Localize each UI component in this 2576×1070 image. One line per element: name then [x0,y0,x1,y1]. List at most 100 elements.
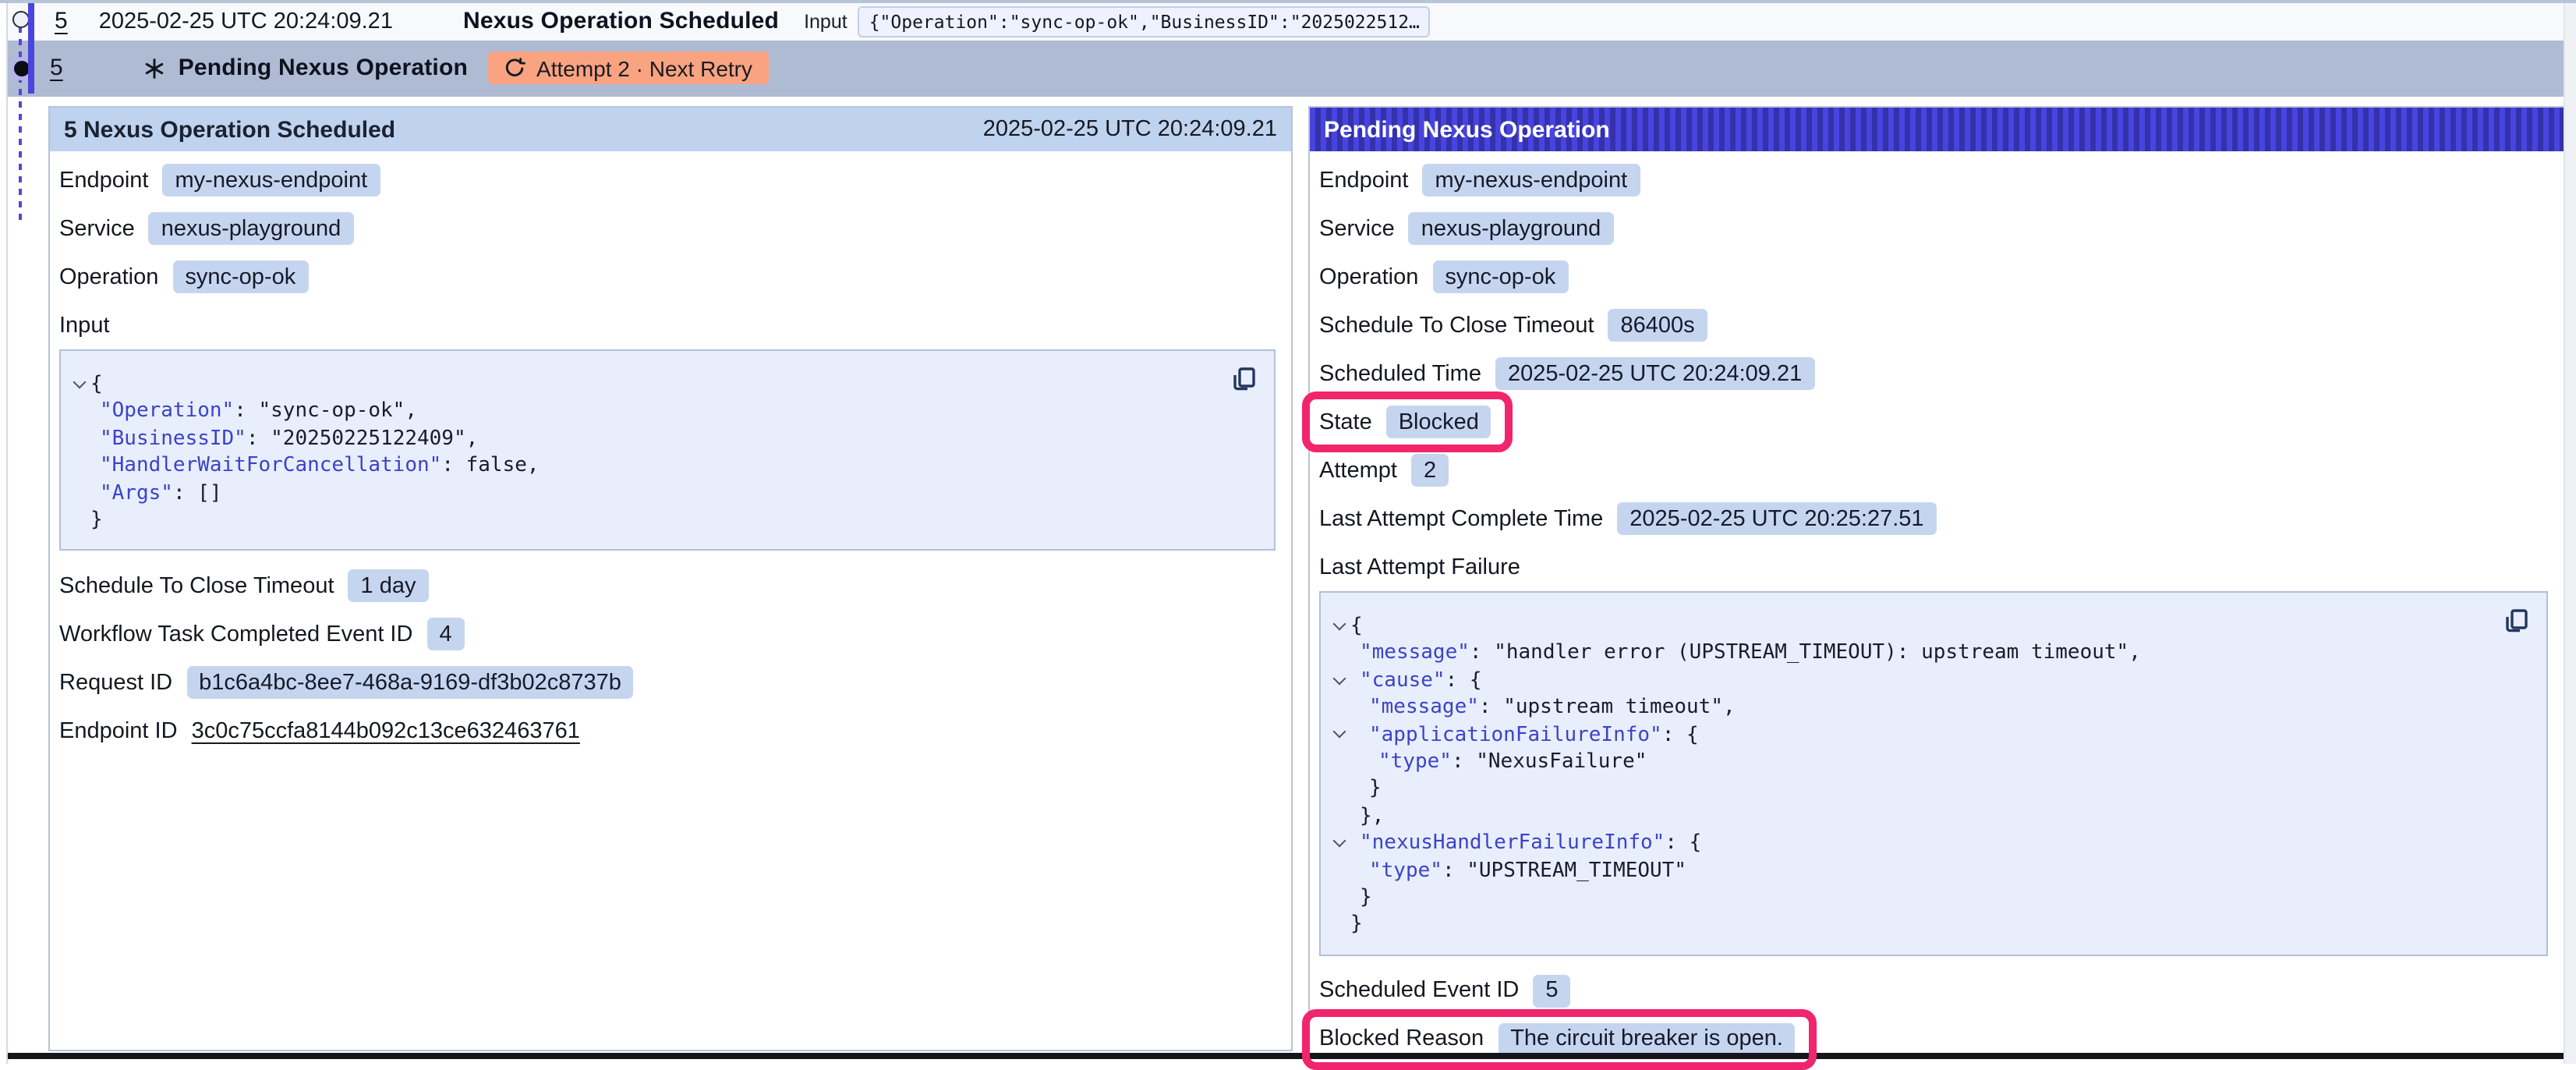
event-timestamp: 2025-02-25 UTC 20:24:09.21 [99,9,393,34]
json-line: "applicationFailureInfo": { [1329,721,2528,749]
selected-event-accent-bar [28,3,34,94]
field-label: Schedule To Close Timeout [1319,313,1594,338]
right-fields-bottom: Scheduled Event ID 5 Blocked Reason The cir… [1319,975,2549,1056]
field-value-badge: 2025-02-25 UTC 20:25:27.51 [1617,502,1936,535]
field-label: Blocked Reason [1319,1027,1484,1052]
pending-row-title: Pending Nexus Operation [179,55,468,81]
json-line-gutter [1329,912,1350,939]
timeline-event-marker-icon[interactable] [12,10,29,27]
json-line: "HandlerWaitForCancellation": false, [69,452,1255,480]
json-line-gutter [69,426,90,453]
pending-asterisk-icon [144,57,166,79]
field-operation: Operationsync-op-ok [1319,260,1568,293]
json-line-content: "BusinessID": "20250225122409", [90,426,478,453]
field-schedule-to-close-timeout: Schedule To Close Timeout 1 day [59,570,429,603]
json-line-content: } [1350,912,1363,939]
field-value-badge: my-nexus-endpoint [1423,164,1640,197]
json-line: "BusinessID": "20250225122409", [69,426,1255,453]
json-line-gutter [69,507,90,534]
field-schedule-to-close-timeout: Schedule To Close Timeout86400s [1319,309,1707,342]
json-line: "Operation": "sync-op-ok", [69,399,1255,426]
pending-operation-row[interactable]: 5 Pending Nexus Operation Attempt 2 · Ne… [8,40,2565,96]
field-label: Endpoint ID [59,719,178,744]
json-line-content: "cause": { [1350,668,1482,695]
json-line: "cause": { [1329,668,2528,695]
json-line-content: { [1350,613,1363,640]
failure-section-label: Last Attempt Failure [1319,555,2549,580]
json-line-content: "HandlerWaitForCancellation": false, [90,452,540,480]
json-line: { [69,371,1255,399]
field-value-badge: sync-op-ok [172,260,308,293]
field-value-link[interactable]: 3c0c75ccfa8144b092c13ce632463761 [192,719,580,744]
timeline-gutter-line [6,0,8,1064]
field-label: Workflow Task Completed Event ID [59,622,412,647]
collapse-chevron-icon[interactable] [1329,721,1350,749]
field-label: Service [1319,216,1395,241]
copy-icon[interactable] [1230,365,1258,393]
field-label: Endpoint [1319,168,1409,193]
field-value-badge: 4 [426,618,464,651]
json-line: "Args": [] [69,480,1255,507]
field-scheduled-time: Scheduled Time2025-02-25 UTC 20:24:09.21 [1319,357,1814,390]
field-label: Schedule To Close Timeout [59,574,334,599]
field-label: Service [59,216,135,241]
field-value-badge: The circuit breaker is open. [1498,1023,1796,1056]
collapse-chevron-icon[interactable] [69,371,90,399]
collapse-chevron-icon[interactable] [1329,831,1350,858]
json-line-content: "applicationFailureInfo": { [1350,721,1699,749]
json-line: "message": "upstream timeout", [1329,694,2528,721]
field-label: Last Attempt Complete Time [1319,506,1603,531]
event-detail-panel: 5 Nexus Operation Scheduled 2025-02-25 U… [48,106,1293,1051]
field-value-badge: 2 [1411,454,1449,487]
json-line: }, [1329,803,2528,831]
json-line: { [1329,613,2528,640]
json-line: "type": "UPSTREAM_TIMEOUT" [1329,857,2528,884]
failure-json-block: {"message": "handler error (UPSTREAM_TIM… [1319,591,2548,956]
json-line-content: "Args": [] [90,480,222,507]
field-label: Operation [59,264,158,289]
input-section-label: Input [59,314,1277,338]
json-line-gutter [1329,749,1350,776]
copy-icon[interactable] [2503,607,2531,635]
field-label: Endpoint [59,168,149,193]
input-preview-chip: {"Operation":"sync-op-ok","BusinessID":"… [858,5,1431,37]
json-line-content: } [90,507,103,534]
json-line-gutter [69,399,90,426]
field-label: Scheduled Event ID [1319,979,1519,1004]
collapse-chevron-icon[interactable] [1329,613,1350,640]
event-detail-title: 5 Nexus Operation Scheduled [64,116,395,143]
field-value-badge: nexus-playground [1409,212,1614,245]
bottom-divider-line [8,1053,2565,1059]
field-label: Scheduled Time [1319,361,1481,386]
field-workflow-task-completed-event-id: Workflow Task Completed Event ID 4 [59,618,465,651]
field-label: Operation [1319,264,1418,289]
field-endpoint: Endpoint my-nexus-endpoint [1319,164,1640,197]
json-line-content: "type": "NexusFailure" [1350,749,1647,776]
json-line-content: "nexusHandlerFailureInfo": { [1350,831,1701,858]
json-line-content: "message": "upstream timeout", [1350,694,1736,721]
event-row-nexus-operation-scheduled[interactable]: 5 2025-02-25 UTC 20:24:09.21 Nexus Opera… [8,2,2565,40]
field-label: Request ID [59,671,172,696]
collapse-chevron-icon[interactable] [1329,668,1350,695]
json-line: "nexusHandlerFailureInfo": { [1329,831,2528,858]
field-value-badge: 1 day [349,570,429,603]
field-value-badge: 5 [1533,975,1570,1008]
event-id-link[interactable]: 5 [55,8,68,34]
field-value-badge: Blocked [1386,406,1491,438]
json-line: } [1329,912,2528,939]
scrollbar-track[interactable] [2564,0,2576,1064]
json-line-content: }, [1350,803,1384,831]
event-detail-timestamp: 2025-02-25 UTC 20:24:09.21 [983,117,1277,142]
json-line-gutter [69,480,90,507]
field-blocked-reason: Blocked Reason The circuit breaker is ope… [1319,1023,1796,1056]
field-label: State [1319,409,1372,434]
field-scheduled-event-id: Scheduled Event ID 5 [1319,975,1571,1008]
timeline-current-marker-icon[interactable] [13,60,29,76]
field-value-badge: b1c6a4bc-8ee7-468a-9169-df3b02c8737b [186,667,634,700]
workflow-history-view: 5 2025-02-25 UTC 20:24:09.21 Nexus Opera… [0,0,2576,1064]
json-line-content: } [1350,884,1372,912]
field-value-badge: nexus-playground [149,212,354,245]
json-line-gutter [1329,884,1350,912]
event-id-link[interactable]: 5 [50,55,63,81]
json-line-gutter [69,452,90,480]
